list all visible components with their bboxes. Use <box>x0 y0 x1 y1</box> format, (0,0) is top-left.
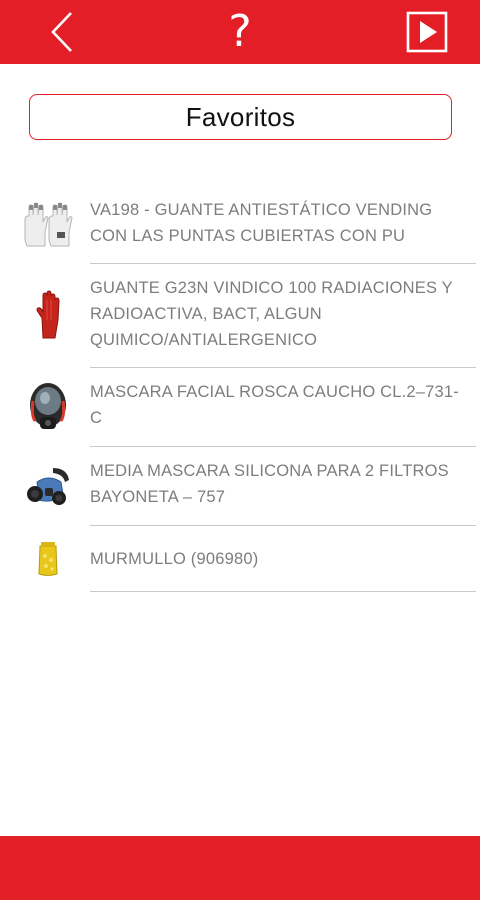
item-text: VA198 - GUANTE ANTIESTÁTICO VENDING CON … <box>90 201 433 245</box>
favorites-header: Favoritos <box>29 94 452 140</box>
bottom-bar <box>0 836 480 900</box>
list-item[interactable]: MASCARA FACIAL ROSCA CAUCHO CL.2–731-C <box>0 368 480 447</box>
play-icon <box>406 11 448 53</box>
list-item[interactable]: MEDIA MASCARA SILICONA PARA 2 FILTROS BA… <box>0 447 480 526</box>
list-item[interactable]: VA198 - GUANTE ANTIESTÁTICO VENDING CON … <box>0 186 480 264</box>
help-button[interactable]: ? <box>216 0 264 64</box>
half-mask-thumbnail <box>20 462 76 512</box>
list-item[interactable]: GUANTE G23N VINDICO 100 RADIACIONES Y RA… <box>0 264 480 368</box>
top-bar: ? <box>0 0 480 64</box>
item-text: GUANTE G23N VINDICO 100 RADIACIONES Y RA… <box>90 279 453 349</box>
item-text: MEDIA MASCARA SILICONA PARA 2 FILTROS BA… <box>90 462 449 506</box>
item-text: MURMULLO (906980) <box>90 550 259 568</box>
earplugs-thumbnail <box>20 538 76 580</box>
chevron-left-icon <box>51 12 72 52</box>
red-glove-thumbnail <box>20 290 76 340</box>
full-face-mask-thumbnail <box>20 381 76 433</box>
divider <box>90 590 476 592</box>
item-text: MASCARA FACIAL ROSCA CAUCHO CL.2–731-C <box>90 383 459 427</box>
help-icon: ? <box>228 6 252 57</box>
white-glove-thumbnail <box>20 200 76 250</box>
list-item[interactable]: MURMULLO (906980) <box>0 526 480 592</box>
back-button[interactable] <box>38 0 86 64</box>
page-title: Favoritos <box>185 101 296 132</box>
play-button[interactable] <box>402 0 452 64</box>
favorites-list: VA198 - GUANTE ANTIESTÁTICO VENDING CON … <box>0 186 480 592</box>
